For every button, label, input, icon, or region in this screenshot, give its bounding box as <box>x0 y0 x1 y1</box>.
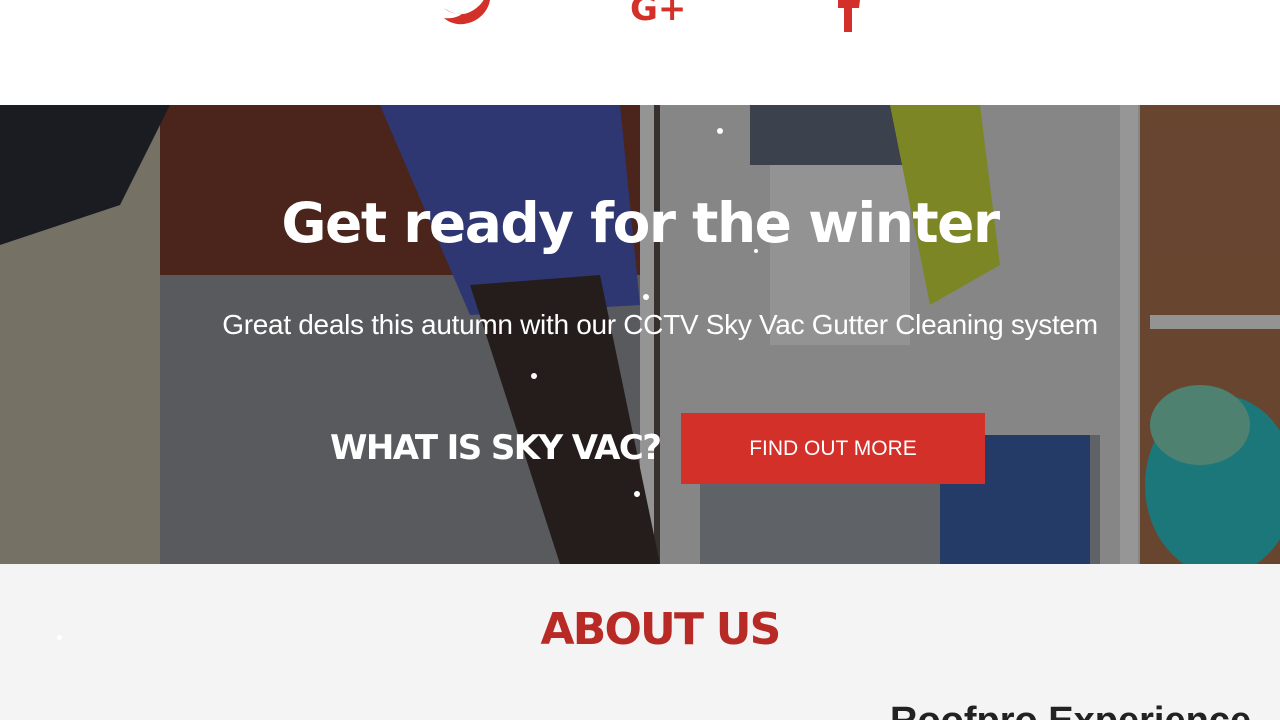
hero-banner: Get ready for the winter Great deals thi… <box>0 105 1280 564</box>
twitter-icon[interactable] <box>438 0 502 34</box>
svg-text:G+: G+ <box>630 0 686 29</box>
facebook-icon[interactable] <box>816 0 880 34</box>
decorative-dot <box>754 249 758 253</box>
about-section: ABOUT US Roofpro Experience <box>0 564 1280 720</box>
hero-subtitle: Great deals this autumn with our CCTV Sk… <box>222 309 1098 340</box>
about-us-heading: ABOUT US <box>540 604 781 655</box>
sky-vac-question: WHAT IS SKY VAC? <box>330 428 662 468</box>
find-out-more-button[interactable]: FIND OUT MORE <box>681 413 985 484</box>
decorative-dot <box>717 128 723 134</box>
social-bar: G+ <box>0 0 1280 105</box>
about-subheading: Roofpro Experience <box>890 700 1251 720</box>
decorative-dot <box>634 491 640 497</box>
hero-title: Get ready for the winter <box>281 191 1000 255</box>
decorative-dot <box>643 294 649 300</box>
google-plus-icon[interactable]: G+ <box>626 0 690 34</box>
decorative-dot <box>531 373 537 379</box>
